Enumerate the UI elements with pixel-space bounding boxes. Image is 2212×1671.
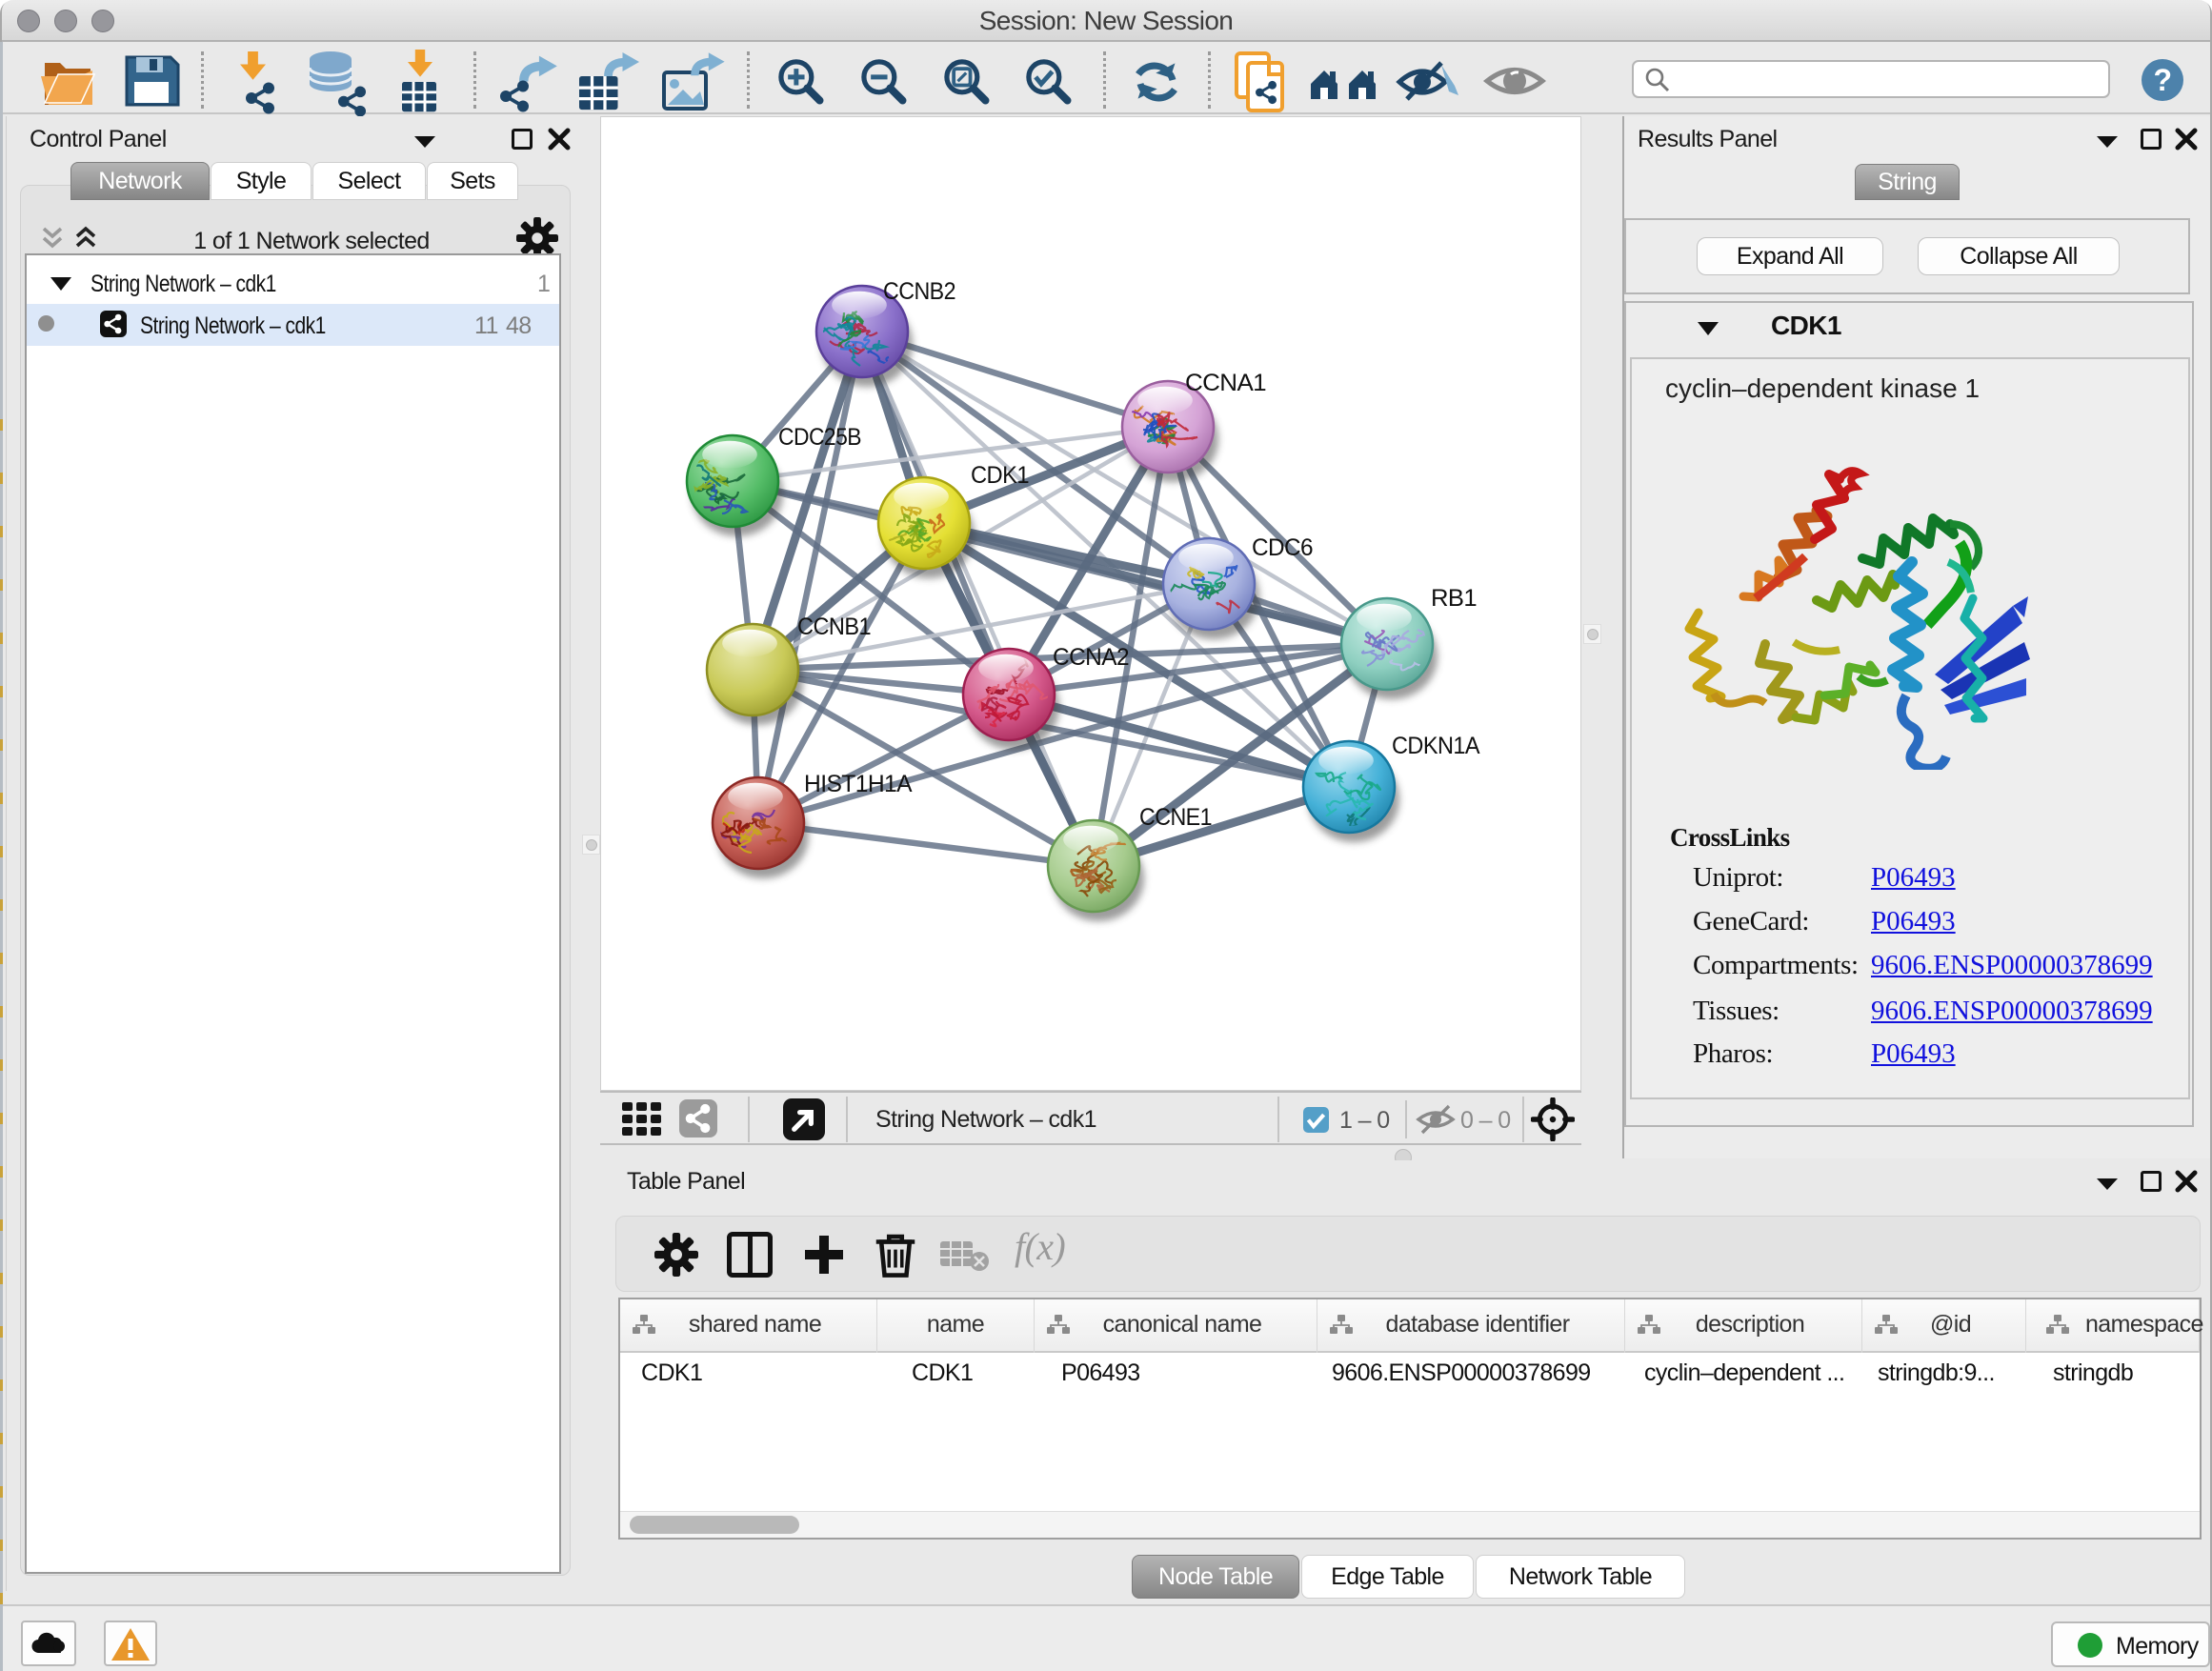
svg-text:CCNB2: CCNB2: [883, 278, 955, 305]
svg-text:CDK1: CDK1: [971, 462, 1029, 489]
svg-text:HIST1H1A: HIST1H1A: [804, 771, 913, 797]
svg-text:CCNA1: CCNA1: [1185, 370, 1266, 396]
svg-text:CCNB1: CCNB1: [797, 614, 871, 640]
svg-text:CDC6: CDC6: [1252, 534, 1313, 561]
svg-text:CCNE1: CCNE1: [1139, 804, 1212, 831]
svg-text:CDKN1A: CDKN1A: [1392, 733, 1480, 759]
svg-text:CCNA2: CCNA2: [1053, 644, 1129, 671]
svg-text:RB1: RB1: [1431, 585, 1477, 612]
svg-text:CDC25B: CDC25B: [778, 424, 861, 451]
